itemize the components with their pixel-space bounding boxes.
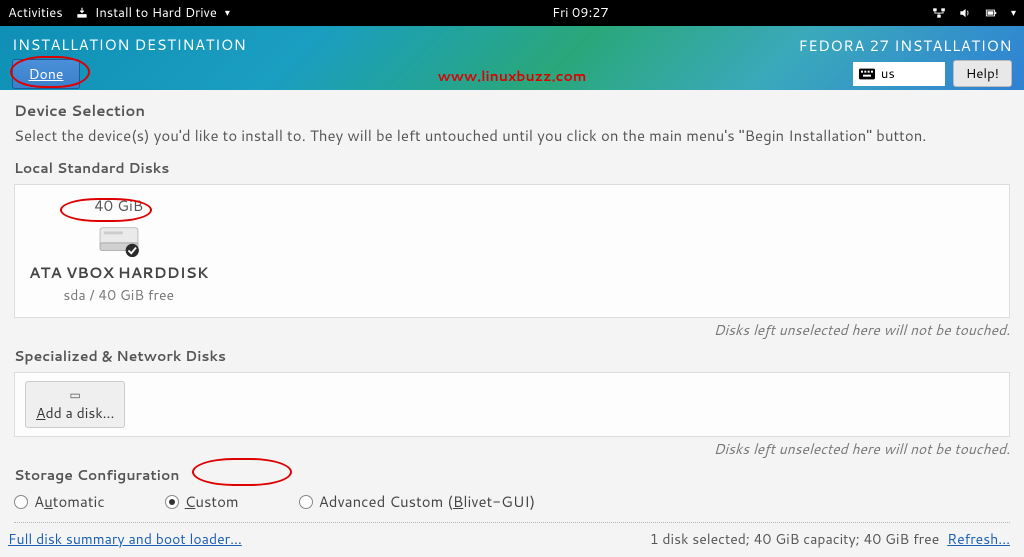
- brand-title: FEDORA 27 INSTALLATION: [799, 35, 1012, 56]
- disk-size-label: 40 GiB: [94, 195, 143, 216]
- disk-item-sda[interactable]: 40 GiB ATA VBOX HARDDISK sda / 40 GiB fr…: [29, 195, 208, 305]
- radio-custom[interactable]: Custom: [165, 491, 239, 512]
- network-icon[interactable]: [931, 6, 947, 20]
- network-disks-label: Specialized & Network Disks: [14, 346, 1010, 366]
- keyboard-layout-label: us: [881, 65, 895, 83]
- radio-advanced-label: Advanced Custom (Blivet-GUI): [319, 491, 536, 512]
- disk-name-label: ATA VBOX HARDDISK: [29, 262, 208, 283]
- storage-config-label: Storage Configuration: [14, 465, 1010, 485]
- watermark-text: www.linuxbuzz.com: [438, 66, 587, 86]
- gnome-topbar: Activities Install to Hard Drive ▾ Fri 0…: [0, 0, 1024, 26]
- page-title: INSTALLATION DESTINATION: [12, 34, 246, 55]
- add-disk-button[interactable]: ▭ Add a disk...: [25, 381, 125, 428]
- main-content: Device Selection Select the device(s) yo…: [0, 90, 1024, 523]
- harddisk-icon: [96, 222, 142, 258]
- topbar-clock[interactable]: Fri 09:27: [230, 4, 931, 22]
- help-button[interactable]: Help!: [953, 60, 1012, 87]
- keyboard-icon: [859, 68, 875, 80]
- activities-button[interactable]: Activities: [8, 4, 63, 22]
- radio-icon: [165, 495, 179, 509]
- anaconda-header: INSTALLATION DESTINATION Done FEDORA 27 …: [0, 26, 1024, 90]
- device-selection-desc: Select the device(s) you'd like to insta…: [14, 125, 1010, 146]
- app-menu[interactable]: Install to Hard Drive ▾: [75, 4, 230, 22]
- local-disks-label: Local Standard Disks: [14, 158, 1010, 178]
- system-menu-icon[interactable]: ▾: [1011, 6, 1016, 20]
- device-selection-heading: Device Selection: [14, 100, 1010, 121]
- radio-icon: [14, 495, 28, 509]
- radio-advanced[interactable]: Advanced Custom (Blivet-GUI): [299, 491, 536, 512]
- keyboard-layout-selector[interactable]: us: [853, 62, 945, 86]
- disk-sub-label: sda / 40 GiB free: [63, 285, 174, 305]
- battery-icon[interactable]: [983, 6, 999, 20]
- radio-automatic-label: Automatic: [34, 491, 105, 512]
- local-disks-hint: Disks left unselected here will not be t…: [14, 320, 1010, 340]
- add-disk-label: Add a disk...: [36, 403, 114, 423]
- local-disks-panel: 40 GiB ATA VBOX HARDDISK sda / 40 GiB fr…: [14, 184, 1010, 318]
- network-disks-hint: Disks left unselected here will not be t…: [14, 439, 1010, 459]
- radio-automatic[interactable]: Automatic: [14, 491, 105, 512]
- radio-custom-label: Custom: [185, 491, 239, 512]
- app-menu-label: Install to Hard Drive: [95, 4, 217, 22]
- full-disk-summary-link[interactable]: Full disk summary and boot loader...: [8, 529, 242, 549]
- radio-icon: [299, 495, 313, 509]
- network-disks-panel: ▭ Add a disk...: [14, 372, 1010, 437]
- footer-bar: Full disk summary and boot loader... 1 d…: [0, 523, 1024, 557]
- install-icon: [75, 6, 89, 20]
- volume-icon[interactable]: [957, 6, 973, 20]
- disk-status-text: 1 disk selected; 40 GiB capacity; 40 GiB…: [650, 529, 940, 549]
- refresh-link[interactable]: Refresh...: [947, 529, 1010, 549]
- done-button[interactable]: Done: [12, 59, 80, 89]
- storage-config-options: Automatic Custom Advanced Custom (Blivet…: [14, 491, 1010, 512]
- disk-small-icon: ▭: [70, 386, 81, 403]
